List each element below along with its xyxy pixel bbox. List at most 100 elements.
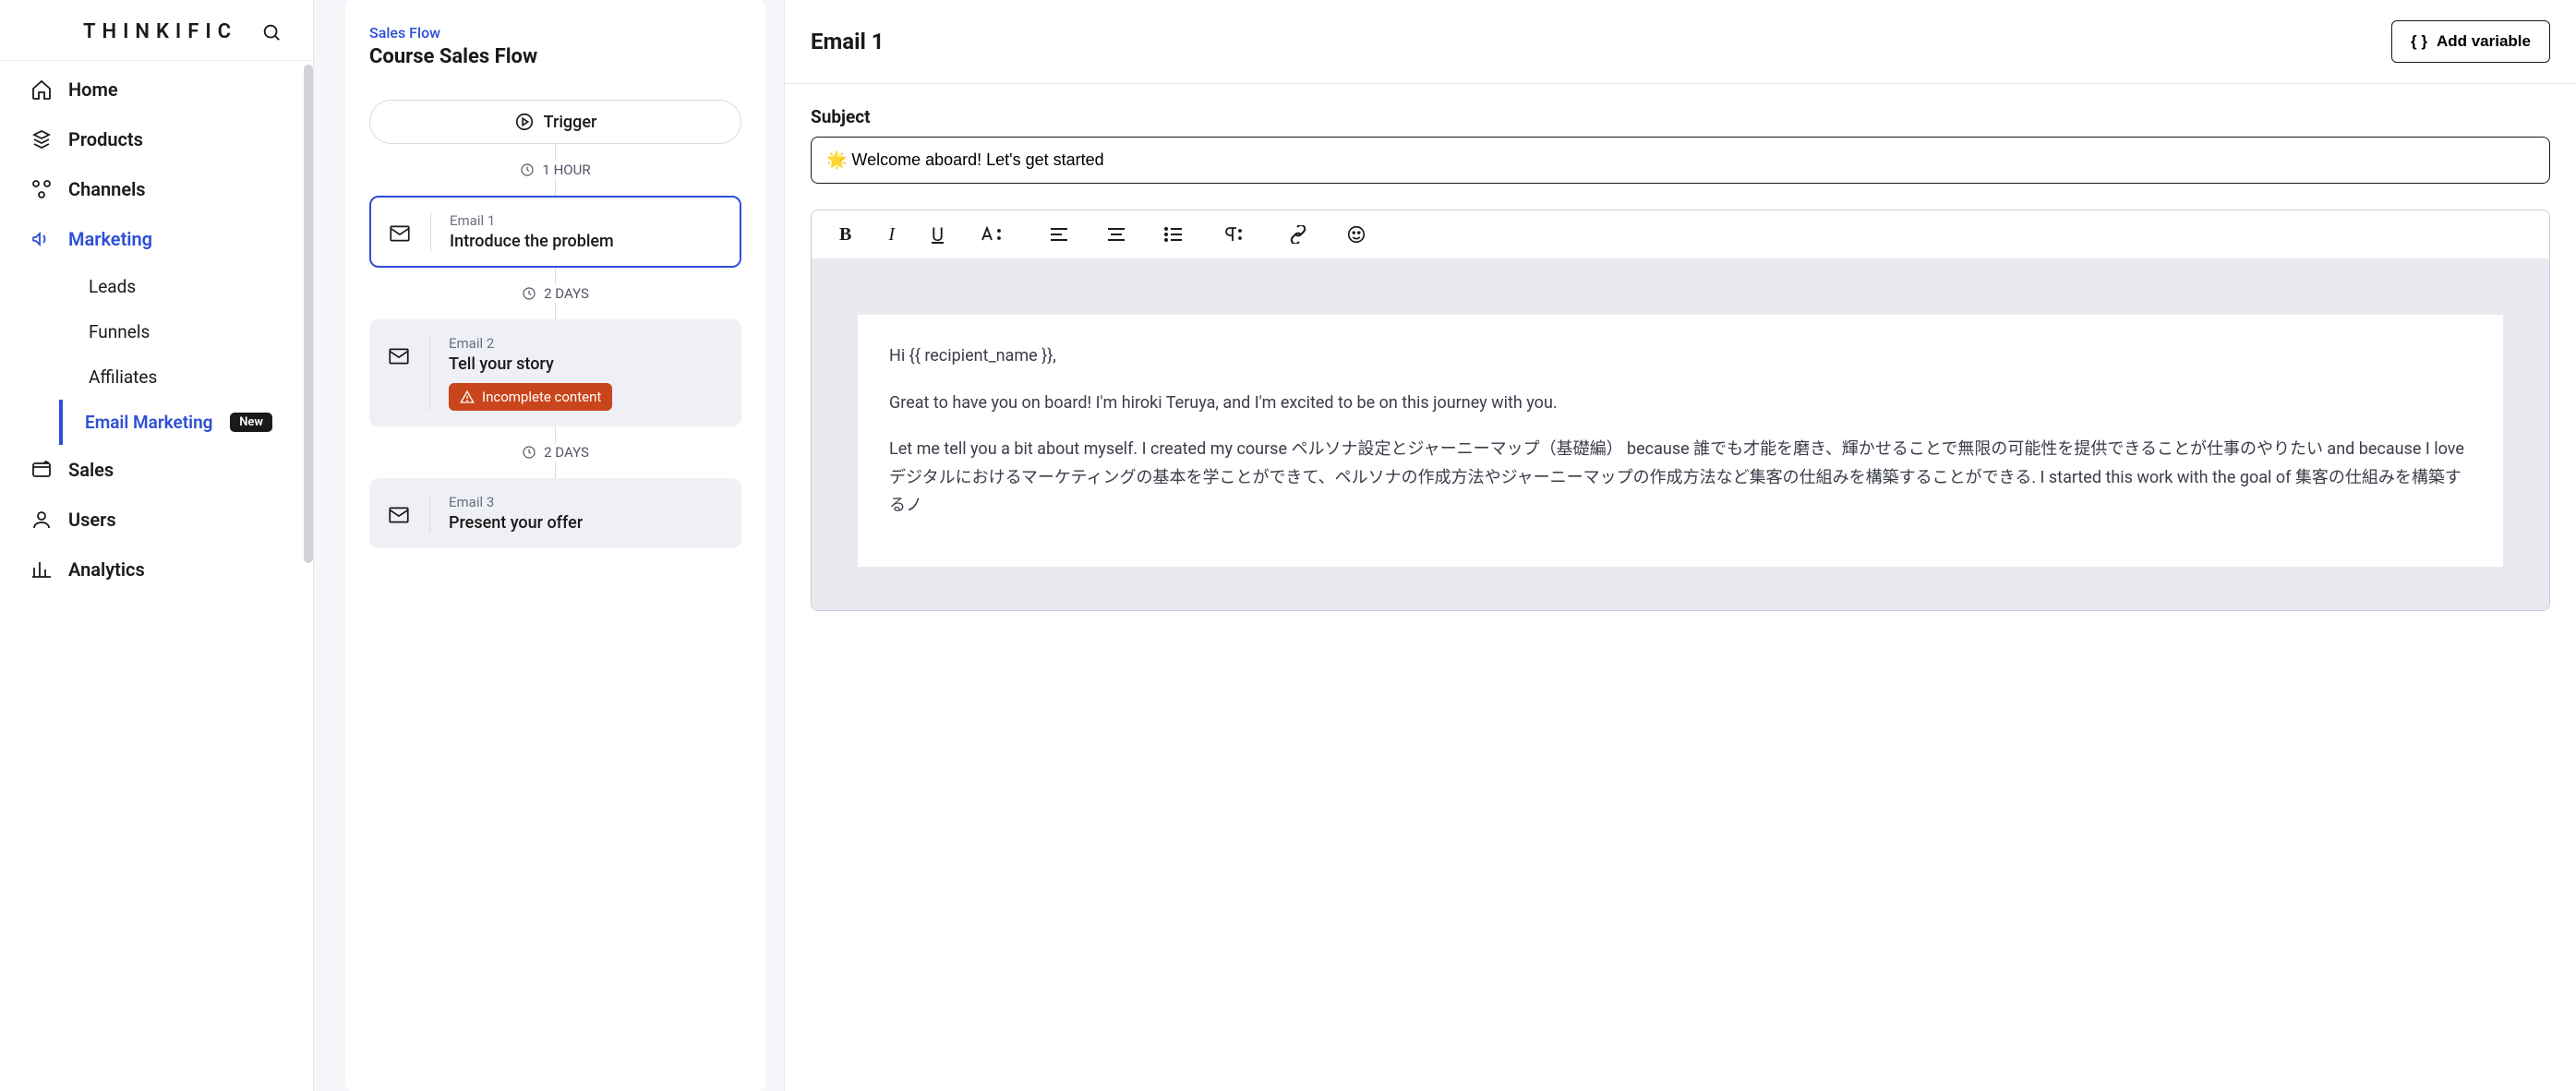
main-nav: Home Products Channels Marketing Leads F… xyxy=(0,60,313,594)
email-2-eyebrow: Email 2 xyxy=(449,335,724,352)
flow-steps: Trigger 1 HOUR Email 1 Introduce the pro… xyxy=(369,100,741,548)
underline-button[interactable]: U xyxy=(932,223,944,246)
rte-toolbar: B I U xyxy=(812,210,2549,259)
subnav-email-marketing[interactable]: Email Marketing New xyxy=(59,400,313,445)
brand-header: THINKIFIC xyxy=(0,0,313,60)
analytics-icon xyxy=(30,558,54,581)
search-icon[interactable] xyxy=(261,22,282,42)
editor-body: Subject B I U xyxy=(785,84,2576,1091)
emoji-button[interactable] xyxy=(1346,224,1366,245)
connector xyxy=(555,462,556,478)
email-card-1[interactable]: Email 1 Introduce the problem xyxy=(369,196,741,268)
delay-2: 2 DAYS xyxy=(522,284,589,303)
subnav-leads[interactable]: Leads xyxy=(85,264,313,309)
sidebar-scrollbar[interactable] xyxy=(304,65,313,563)
list-button[interactable] xyxy=(1163,226,1184,243)
email-card-2[interactable]: Email 2 Tell your story Incomplete conte… xyxy=(369,319,741,426)
new-badge: New xyxy=(230,413,272,432)
align-left-button[interactable] xyxy=(1049,226,1069,243)
subnav-email-marketing-label: Email Marketing xyxy=(85,412,213,433)
nav-sales-label: Sales xyxy=(68,459,114,481)
envelope-icon xyxy=(387,335,411,368)
products-icon xyxy=(30,128,54,150)
nav-products[interactable]: Products xyxy=(26,114,313,164)
nav-analytics-label: Analytics xyxy=(68,558,145,581)
link-button[interactable] xyxy=(1287,225,1309,244)
envelope-icon xyxy=(387,494,411,527)
clock-icon xyxy=(522,286,536,301)
clock-icon xyxy=(522,445,536,460)
connector xyxy=(555,144,556,161)
card-divider xyxy=(430,212,431,251)
add-variable-button[interactable]: { } Add variable xyxy=(2391,20,2550,63)
flow-breadcrumb[interactable]: Sales Flow xyxy=(369,24,741,42)
subnav-funnels-label: Funnels xyxy=(89,321,150,342)
delay-2-label: 2 DAYS xyxy=(544,285,589,302)
flow-title: Course Sales Flow xyxy=(369,45,741,68)
users-icon xyxy=(30,509,54,531)
email-3-title: Present your offer xyxy=(449,513,724,533)
email-content[interactable]: Hi {{ recipient_name }}, Great to have y… xyxy=(858,315,2503,567)
content-p2: Let me tell you a bit about myself. I cr… xyxy=(889,436,2472,521)
nav-users[interactable]: Users xyxy=(26,495,313,545)
sidebar: THINKIFIC Home Products Channels Marketi… xyxy=(0,0,314,1091)
nav-products-label: Products xyxy=(68,128,143,150)
email-3-eyebrow: Email 3 xyxy=(449,494,724,510)
channels-icon xyxy=(30,178,54,200)
italic-button[interactable]: I xyxy=(888,224,895,246)
rich-text-editor: B I U xyxy=(811,210,2550,611)
nav-marketing[interactable]: Marketing xyxy=(26,214,313,264)
nav-home[interactable]: Home xyxy=(26,65,313,114)
nav-channels-label: Channels xyxy=(68,178,146,200)
editor-header: Email 1 { } Add variable xyxy=(785,0,2576,84)
editor-heading: Email 1 xyxy=(811,29,885,54)
nav-channels[interactable]: Channels xyxy=(26,164,313,214)
warning-text: Incomplete content xyxy=(482,389,601,405)
megaphone-icon xyxy=(30,228,54,250)
flow-panel: Sales Flow Course Sales Flow Trigger 1 H… xyxy=(345,0,765,1091)
play-icon xyxy=(514,112,535,132)
subnav-leads-label: Leads xyxy=(89,276,136,297)
brand-logo: THINKIFIC xyxy=(83,20,237,43)
add-variable-label: Add variable xyxy=(2437,32,2531,51)
editor-pane: Email 1 { } Add variable Subject B I U xyxy=(784,0,2576,1091)
connector xyxy=(555,179,556,196)
subnav-affiliates-label: Affiliates xyxy=(89,366,157,388)
rte-canvas[interactable]: Hi {{ recipient_name }}, Great to have y… xyxy=(812,259,2549,610)
clock-icon xyxy=(520,162,535,177)
paragraph-button[interactable] xyxy=(1221,225,1243,244)
connector xyxy=(555,268,556,284)
email-1-title: Introduce the problem xyxy=(450,232,723,251)
marketing-subnav: Leads Funnels Affiliates Email Marketing… xyxy=(59,264,313,445)
card-divider xyxy=(429,335,430,411)
nav-marketing-label: Marketing xyxy=(68,228,152,250)
email-card-3[interactable]: Email 3 Present your offer xyxy=(369,478,741,548)
home-icon xyxy=(30,78,54,101)
email-1-eyebrow: Email 1 xyxy=(450,212,723,229)
delay-1-label: 1 HOUR xyxy=(542,162,590,178)
connector xyxy=(555,303,556,319)
subnav-funnels[interactable]: Funnels xyxy=(85,309,313,354)
delay-3: 2 DAYS xyxy=(522,443,589,462)
bold-button[interactable]: B xyxy=(839,224,851,246)
sales-icon xyxy=(30,459,54,481)
connector xyxy=(555,426,556,443)
subnav-affiliates[interactable]: Affiliates xyxy=(85,354,313,400)
nav-home-label: Home xyxy=(68,78,118,101)
align-center-button[interactable] xyxy=(1106,226,1126,243)
envelope-icon xyxy=(388,212,412,246)
content-p1: Great to have you on board! I'm hiroki T… xyxy=(889,390,2472,418)
font-size-button[interactable] xyxy=(981,225,1005,244)
delay-1: 1 HOUR xyxy=(520,161,590,179)
nav-analytics[interactable]: Analytics xyxy=(26,545,313,594)
nav-sales[interactable]: Sales xyxy=(26,445,313,495)
delay-3-label: 2 DAYS xyxy=(544,444,589,461)
nav-users-label: Users xyxy=(68,509,116,531)
subject-label: Subject xyxy=(811,106,2550,127)
braces-icon: { } xyxy=(2411,32,2427,51)
card-divider xyxy=(429,494,430,533)
subject-input[interactable] xyxy=(811,137,2550,184)
trigger-label: Trigger xyxy=(544,113,597,132)
trigger-step[interactable]: Trigger xyxy=(369,100,741,144)
incomplete-warning: Incomplete content xyxy=(449,383,612,411)
